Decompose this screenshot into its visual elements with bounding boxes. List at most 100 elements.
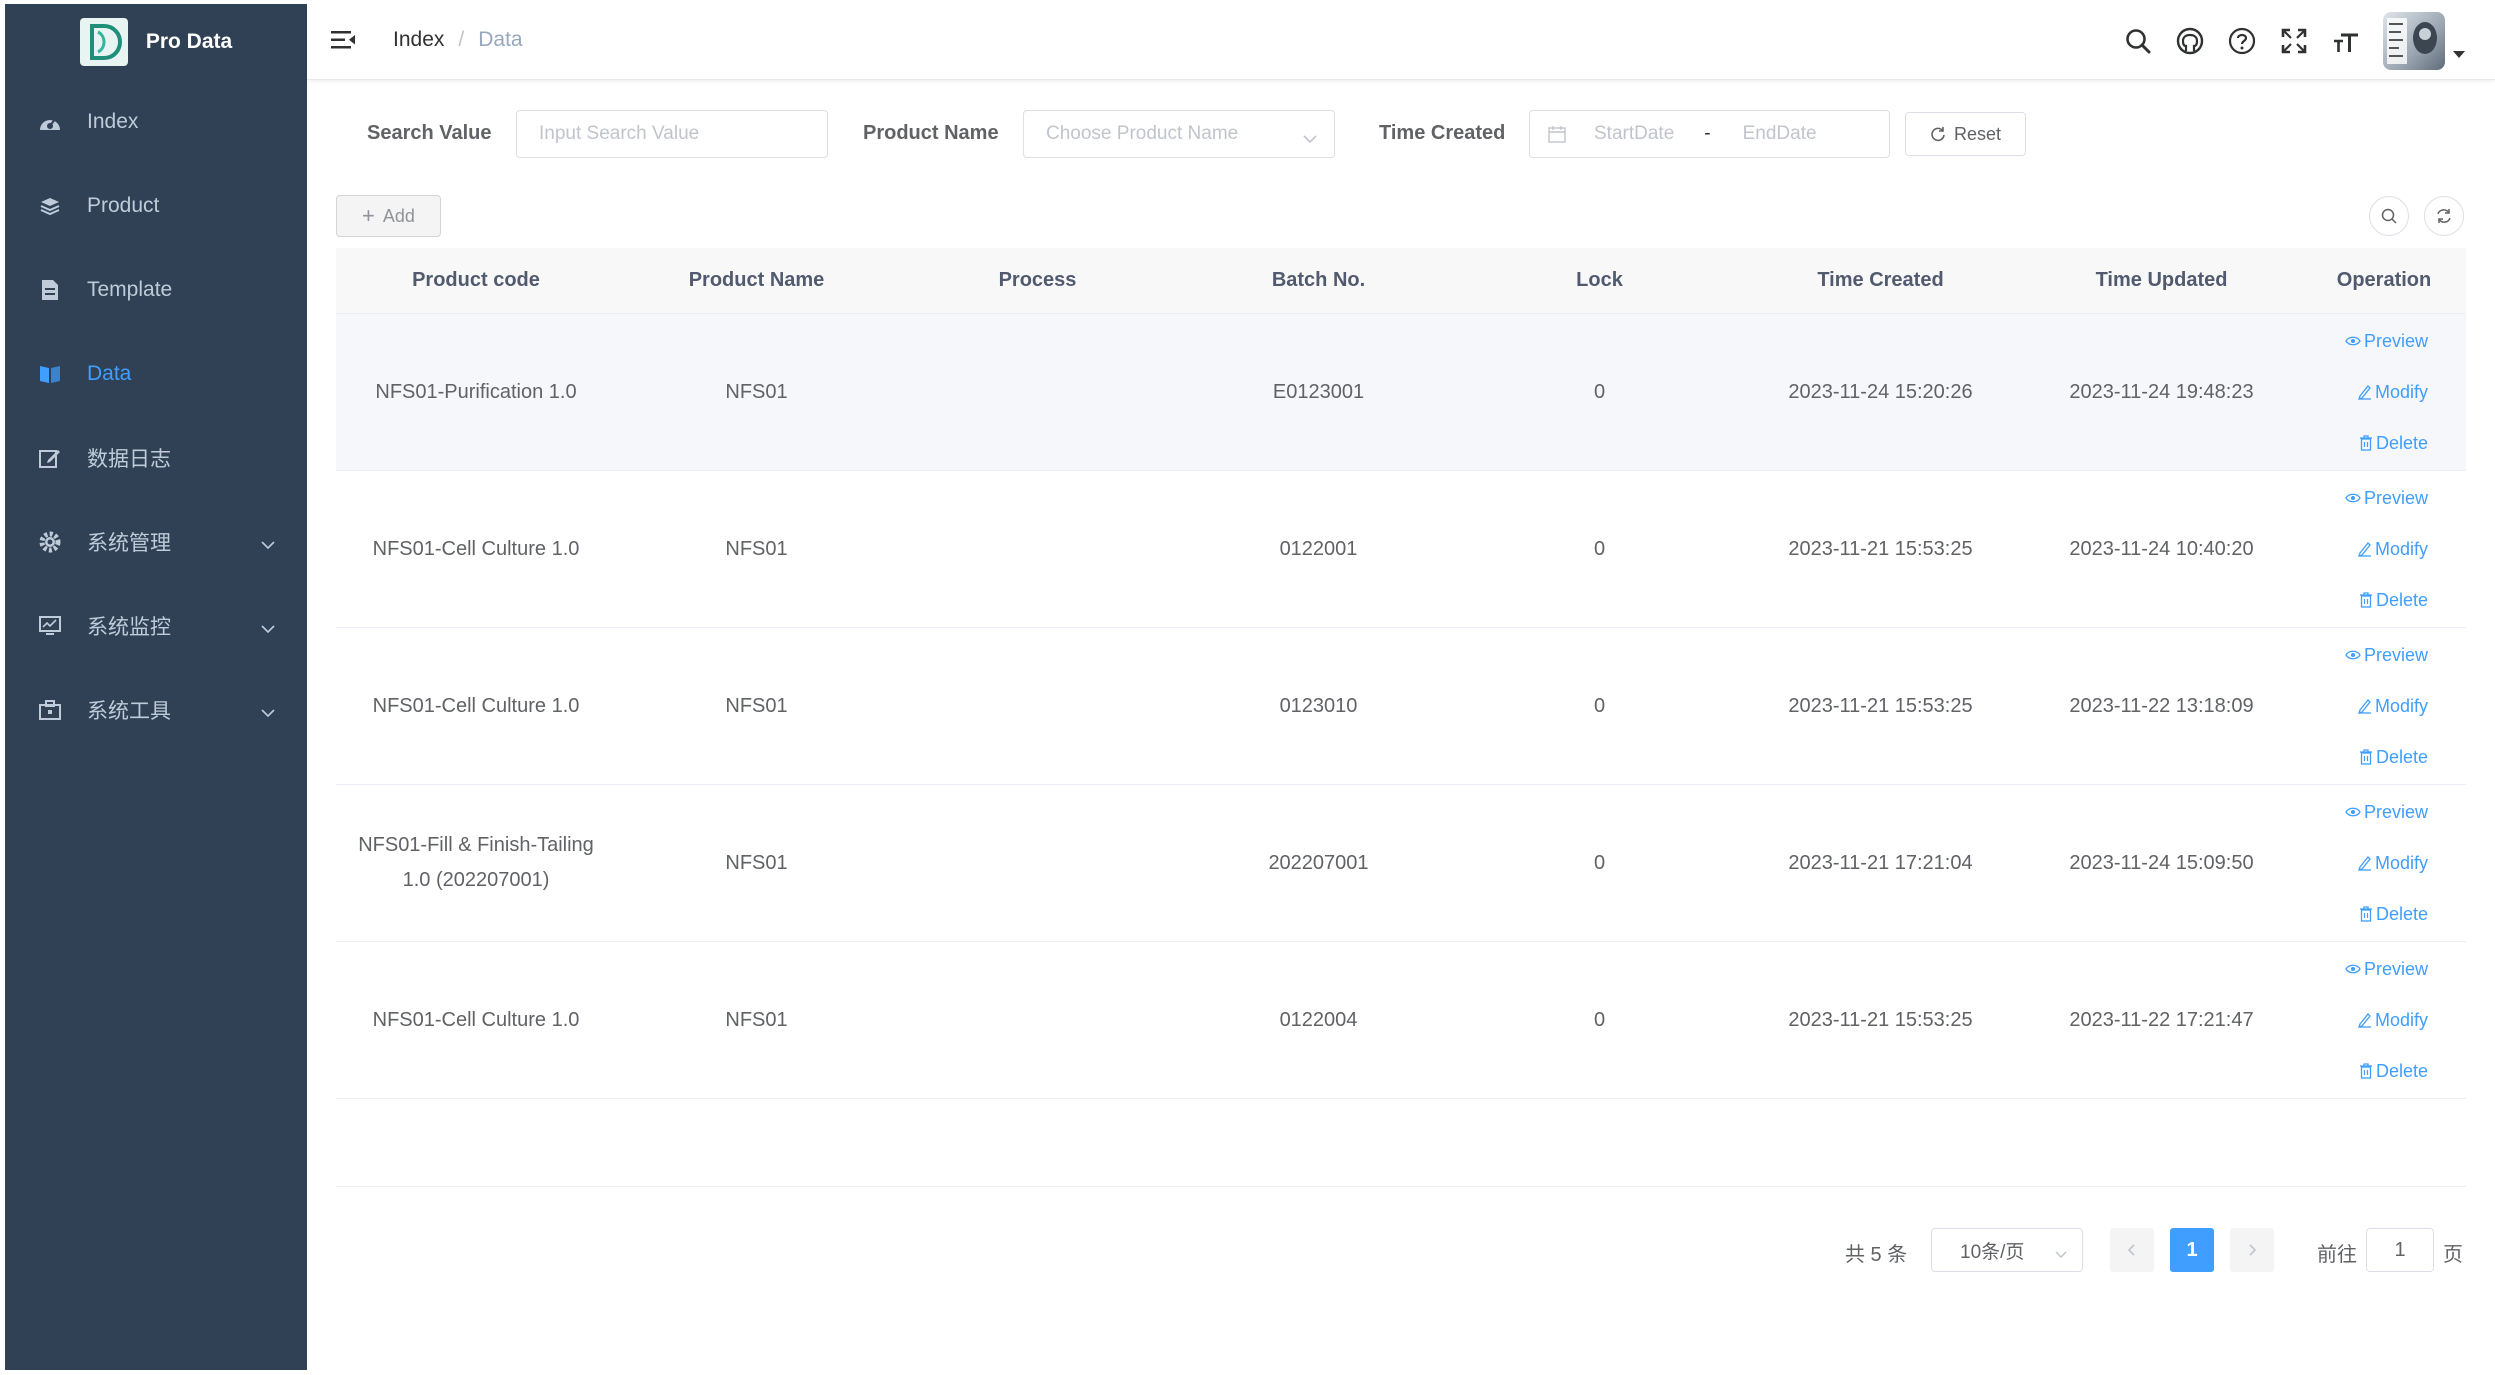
product-name-label: Product Name bbox=[863, 122, 999, 144]
cell-product-name: NFS01 bbox=[725, 380, 788, 403]
preview-label: Preview bbox=[2363, 487, 2428, 508]
sidebar-item-label: 数据日志 bbox=[87, 448, 171, 471]
time-created-label: Time Created bbox=[1379, 122, 1506, 144]
goto-page-input[interactable]: 1 bbox=[2366, 1228, 2434, 1272]
help-icon[interactable] bbox=[2227, 26, 2257, 56]
table-row[interactable]: NFS01-Fill & Finish-Tailing 1.0 (2022070… bbox=[336, 785, 2466, 942]
hamburger-icon[interactable] bbox=[329, 26, 357, 54]
sidebar-item-data-log[interactable]: 数据日志 bbox=[5, 416, 307, 500]
modify-button[interactable]: Modify bbox=[2357, 1003, 2428, 1038]
page-size-select[interactable]: 10条/页 bbox=[1931, 1228, 2083, 1272]
plus-icon: + bbox=[362, 203, 375, 228]
cell-process bbox=[897, 942, 1178, 1098]
table-row[interactable]: NFS01-Cell Culture 1.0 NFS01 0123010 0 2… bbox=[336, 628, 2466, 785]
modify-button[interactable]: Modify bbox=[2357, 532, 2428, 567]
search-icon[interactable] bbox=[2123, 26, 2153, 56]
sidebar-item-template[interactable]: Template bbox=[5, 248, 307, 332]
layers-icon bbox=[35, 193, 65, 219]
delete-label: Delete bbox=[2375, 589, 2428, 610]
navbar-actions bbox=[2123, 12, 2465, 70]
edit-icon bbox=[35, 445, 65, 471]
search-value-placeholder: Input Search Value bbox=[539, 123, 700, 144]
chevron-down-icon bbox=[1302, 129, 1318, 151]
next-page-button[interactable] bbox=[2230, 1228, 2274, 1272]
refresh-table-button[interactable] bbox=[2424, 196, 2464, 236]
cell-batch-no: 202207001 bbox=[1268, 851, 1369, 874]
add-button[interactable]: + Add bbox=[336, 195, 441, 237]
sidebar-item-system-tools[interactable]: 系统工具 bbox=[5, 668, 307, 752]
navbar: Index / Data bbox=[307, 0, 2495, 80]
cell-time-updated: 2023-11-24 19:48:23 bbox=[2069, 380, 2254, 403]
delete-label: Delete bbox=[2375, 1060, 2428, 1081]
page-number-button[interactable]: 1 bbox=[2170, 1228, 2214, 1272]
sidebar-item-system-monitor[interactable]: 系统监控 bbox=[5, 584, 307, 668]
data-table: Product code Product Name Process Batch … bbox=[336, 248, 2466, 1187]
cell-time-created: 2023-11-21 15:53:25 bbox=[1788, 537, 1973, 560]
cell-batch-no: 0123010 bbox=[1279, 694, 1358, 717]
preview-label: Preview bbox=[2363, 801, 2428, 822]
preview-button[interactable]: Preview bbox=[2345, 481, 2428, 516]
gear-icon bbox=[35, 529, 65, 555]
breadcrumb: Index / Data bbox=[393, 28, 523, 52]
delete-button[interactable]: Delete bbox=[2359, 740, 2428, 775]
cell-time-updated: 2023-11-22 13:18:09 bbox=[2069, 694, 2254, 717]
table-row[interactable]: NFS01-Cell Culture 1.0 NFS01 0122001 0 2… bbox=[336, 471, 2466, 628]
search-icon bbox=[2380, 207, 2398, 225]
start-date-placeholder[interactable]: StartDate bbox=[1594, 123, 1674, 145]
cell-product-name: NFS01 bbox=[725, 694, 788, 717]
chevron-down-icon bbox=[261, 700, 275, 724]
eye-icon bbox=[2345, 963, 2361, 975]
delete-button[interactable]: Delete bbox=[2359, 897, 2428, 932]
delete-button[interactable]: Delete bbox=[2359, 583, 2428, 618]
preview-button[interactable]: Preview bbox=[2345, 638, 2428, 673]
breadcrumb-index-link[interactable]: Index bbox=[393, 28, 444, 52]
cell-batch-no: 0122004 bbox=[1279, 1008, 1358, 1031]
pencil-icon bbox=[2357, 855, 2372, 871]
logo[interactable]: Pro Data bbox=[5, 4, 307, 80]
preview-button[interactable]: Preview bbox=[2345, 795, 2428, 830]
main-content: Index / Data Search Value Input Search V… bbox=[307, 0, 2495, 1375]
modify-button[interactable]: Modify bbox=[2357, 375, 2428, 410]
preview-button[interactable]: Preview bbox=[2345, 952, 2428, 987]
github-icon[interactable] bbox=[2175, 26, 2205, 56]
reset-button-label: Reset bbox=[1953, 123, 2002, 144]
date-range-picker[interactable]: StartDate - EndDate bbox=[1529, 110, 1890, 158]
search-form: Search Value Input Search Value Product … bbox=[307, 110, 2495, 160]
preview-label: Preview bbox=[2363, 330, 2428, 351]
modify-button[interactable]: Modify bbox=[2357, 846, 2428, 881]
chevron-down-icon bbox=[2054, 1244, 2068, 1266]
cell-time-created: 2023-11-21 17:21:04 bbox=[1788, 851, 1973, 874]
sidebar-item-label: 系统管理 bbox=[87, 532, 171, 555]
delete-button[interactable]: Delete bbox=[2359, 426, 2428, 461]
search-value-input[interactable]: Input Search Value bbox=[516, 110, 828, 158]
preview-button[interactable]: Preview bbox=[2345, 324, 2428, 359]
logo-icon bbox=[79, 18, 128, 66]
sidebar-item-system-management[interactable]: 系统管理 bbox=[5, 500, 307, 584]
sidebar-item-index[interactable]: Index bbox=[5, 80, 307, 164]
cell-time-updated: 2023-11-22 17:21:47 bbox=[2069, 1008, 2254, 1031]
table-row[interactable]: NFS01-Purification 1.0 NFS01 E0123001 0 … bbox=[336, 314, 2466, 471]
sidebar-item-product[interactable]: Product bbox=[5, 164, 307, 248]
table-row[interactable]: NFS01-Cell Culture 1.0 NFS01 0122004 0 2… bbox=[336, 942, 2466, 1099]
cell-product-name: NFS01 bbox=[725, 1008, 788, 1031]
end-date-placeholder[interactable]: EndDate bbox=[1743, 123, 1817, 145]
page-suffix-label: 页 bbox=[2443, 1244, 2463, 1266]
toggle-search-button[interactable] bbox=[2369, 196, 2409, 236]
reset-button[interactable]: Reset bbox=[1905, 112, 2026, 156]
product-name-select[interactable]: Choose Product Name bbox=[1023, 110, 1335, 158]
sidebar-item-data[interactable]: Data bbox=[5, 332, 307, 416]
fullscreen-icon[interactable] bbox=[2279, 26, 2309, 56]
modify-label: Modify bbox=[2374, 852, 2428, 873]
cell-product-name: NFS01 bbox=[725, 537, 788, 560]
prev-page-button[interactable] bbox=[2110, 1228, 2154, 1272]
avatar[interactable] bbox=[2383, 12, 2445, 70]
cell-time-updated: 2023-11-24 10:40:20 bbox=[2069, 537, 2254, 560]
caret-down-icon[interactable] bbox=[2453, 50, 2465, 58]
cell-product-code: NFS01-Purification 1.0 bbox=[375, 380, 577, 403]
modify-button[interactable]: Modify bbox=[2357, 689, 2428, 724]
toolbox-icon bbox=[35, 697, 65, 723]
document-icon bbox=[35, 277, 65, 303]
delete-button[interactable]: Delete bbox=[2359, 1054, 2428, 1089]
calendar-icon bbox=[1548, 125, 1566, 143]
font-size-icon[interactable] bbox=[2331, 26, 2361, 56]
